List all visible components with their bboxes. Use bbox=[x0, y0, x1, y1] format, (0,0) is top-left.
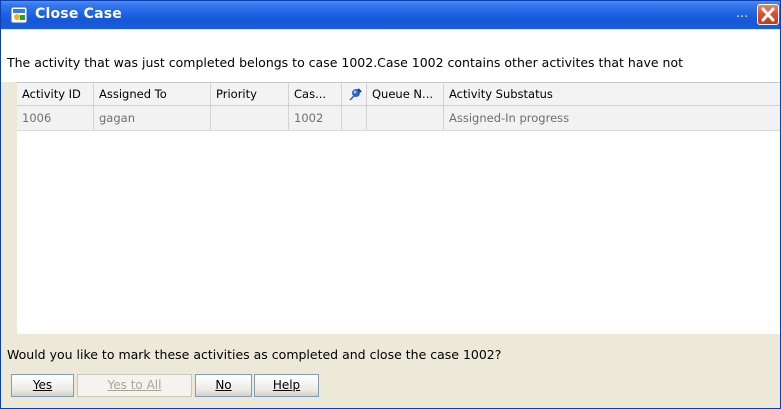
no-button[interactable]: No bbox=[195, 374, 252, 397]
cell-priority bbox=[211, 106, 289, 130]
column-header-activity-substatus[interactable]: Activity Substatus bbox=[444, 83, 780, 105]
message-area: The activity that was just completed bel… bbox=[1, 30, 780, 82]
activities-grid[interactable]: Activity ID Assigned To Priority Cas... … bbox=[17, 82, 780, 335]
close-case-dialog: Close Case ... The activity that was jus… bbox=[0, 0, 781, 409]
title-bar[interactable]: Close Case ... bbox=[1, 1, 780, 29]
yes-to-all-button[interactable]: Yes to All bbox=[77, 374, 192, 397]
yes-button-label: Yes bbox=[32, 378, 53, 392]
cell-assigned-to: gagan bbox=[94, 106, 211, 130]
table-row[interactable]: 1006 gagan 1002 Assigned-In progress bbox=[17, 106, 780, 131]
column-header-assigned-to[interactable]: Assigned To bbox=[94, 83, 211, 105]
column-header-activity-id[interactable]: Activity ID bbox=[17, 83, 94, 105]
case-window-icon bbox=[10, 6, 28, 24]
column-header-case[interactable]: Cas... bbox=[289, 83, 342, 105]
question-text: Would you like to mark these activities … bbox=[7, 347, 502, 362]
pushpin-icon bbox=[347, 87, 362, 102]
close-button[interactable] bbox=[757, 4, 779, 25]
help-button[interactable]: Help bbox=[254, 374, 319, 397]
message-text: The activity that was just completed bel… bbox=[7, 55, 684, 70]
cell-activity-substatus: Assigned-In progress bbox=[449, 111, 570, 125]
button-area: Would you like to mark these activities … bbox=[1, 334, 780, 408]
help-button-label: Help bbox=[272, 378, 301, 392]
column-header-priority[interactable]: Priority bbox=[211, 83, 289, 105]
dialog-title: Close Case bbox=[35, 6, 122, 22]
yes-to-all-button-label: Yes to All bbox=[107, 378, 162, 392]
grid-header: Activity ID Assigned To Priority Cas... … bbox=[17, 83, 780, 106]
close-x-icon bbox=[761, 7, 775, 22]
no-button-label: No bbox=[215, 378, 232, 392]
yes-button[interactable]: Yes bbox=[11, 374, 74, 397]
column-header-pin[interactable] bbox=[342, 83, 367, 105]
cell-queue-name bbox=[367, 106, 444, 130]
cell-activity-id: 1006 bbox=[17, 106, 94, 130]
cell-pin bbox=[342, 106, 367, 130]
cell-case: 1002 bbox=[289, 106, 342, 130]
column-header-queue-name[interactable]: Queue N... bbox=[367, 83, 444, 105]
overflow-indicator: ... bbox=[736, 6, 749, 21]
